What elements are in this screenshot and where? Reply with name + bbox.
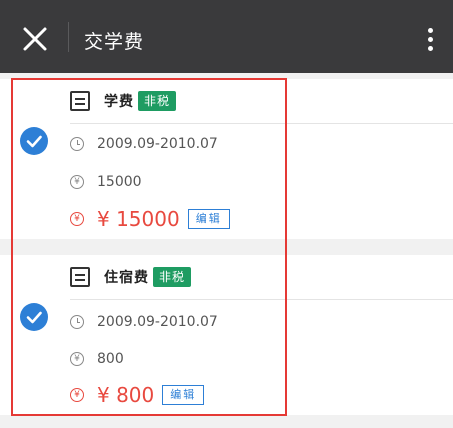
item-name-row: 住宿费 非税 [70, 264, 192, 290]
yuan-icon: ¥ [70, 388, 84, 402]
yuan-icon: ¥ [70, 212, 84, 226]
item-name-row: 学费 非税 [70, 88, 177, 114]
yuan-icon: ¥ [70, 175, 84, 189]
close-icon [23, 27, 47, 51]
edit-button[interactable]: 编辑 [162, 385, 205, 405]
item-base-amount: 15000 [97, 174, 142, 190]
period-row: 2009.09-2010.07 [70, 314, 218, 330]
item-name: 学费 [104, 94, 134, 110]
fee-item-tuition[interactable]: 学费 非税 2009.09-2010.07 ¥ 15000 ¥ ¥ 15000 … [0, 79, 453, 239]
item-base-amount: 800 [97, 351, 124, 367]
base-amount-row: ¥ 15000 [70, 174, 142, 190]
top-bar: 交学费 [0, 0, 453, 73]
check-icon [26, 135, 42, 148]
close-button[interactable] [22, 26, 48, 52]
more-button[interactable] [424, 28, 436, 56]
amount-row: ¥ ¥ 15000 编辑 [70, 207, 230, 231]
edit-button[interactable]: 编辑 [187, 209, 230, 229]
item-divider [70, 123, 453, 124]
item-amount: ¥ 800 [97, 383, 155, 407]
tax-tag: 非税 [138, 91, 177, 111]
fee-item-dormitory[interactable]: 住宿费 非税 2009.09-2010.07 ¥ 800 ¥ ¥ 800 编辑 [0, 255, 453, 415]
page-title: 交学费 [84, 31, 145, 53]
item-name: 住宿费 [104, 270, 149, 286]
item-divider [70, 299, 453, 300]
item-checkbox[interactable] [20, 127, 48, 155]
document-icon [70, 91, 90, 111]
period-row: 2009.09-2010.07 [70, 136, 218, 152]
base-amount-row: ¥ 800 [70, 351, 124, 367]
header-separator [68, 22, 69, 52]
tax-tag: 非税 [153, 267, 192, 287]
item-amount: ¥ 15000 [97, 207, 180, 231]
yuan-icon: ¥ [70, 352, 84, 366]
clock-icon [70, 315, 84, 329]
amount-row: ¥ ¥ 800 编辑 [70, 383, 205, 407]
item-gap [0, 239, 453, 255]
document-icon [70, 267, 90, 287]
item-checkbox[interactable] [20, 303, 48, 331]
list-bottom-gap [0, 415, 453, 428]
item-period: 2009.09-2010.07 [97, 136, 218, 152]
item-period: 2009.09-2010.07 [97, 314, 218, 330]
check-icon [26, 311, 42, 324]
clock-icon [70, 137, 84, 151]
more-vertical-icon [424, 28, 436, 51]
